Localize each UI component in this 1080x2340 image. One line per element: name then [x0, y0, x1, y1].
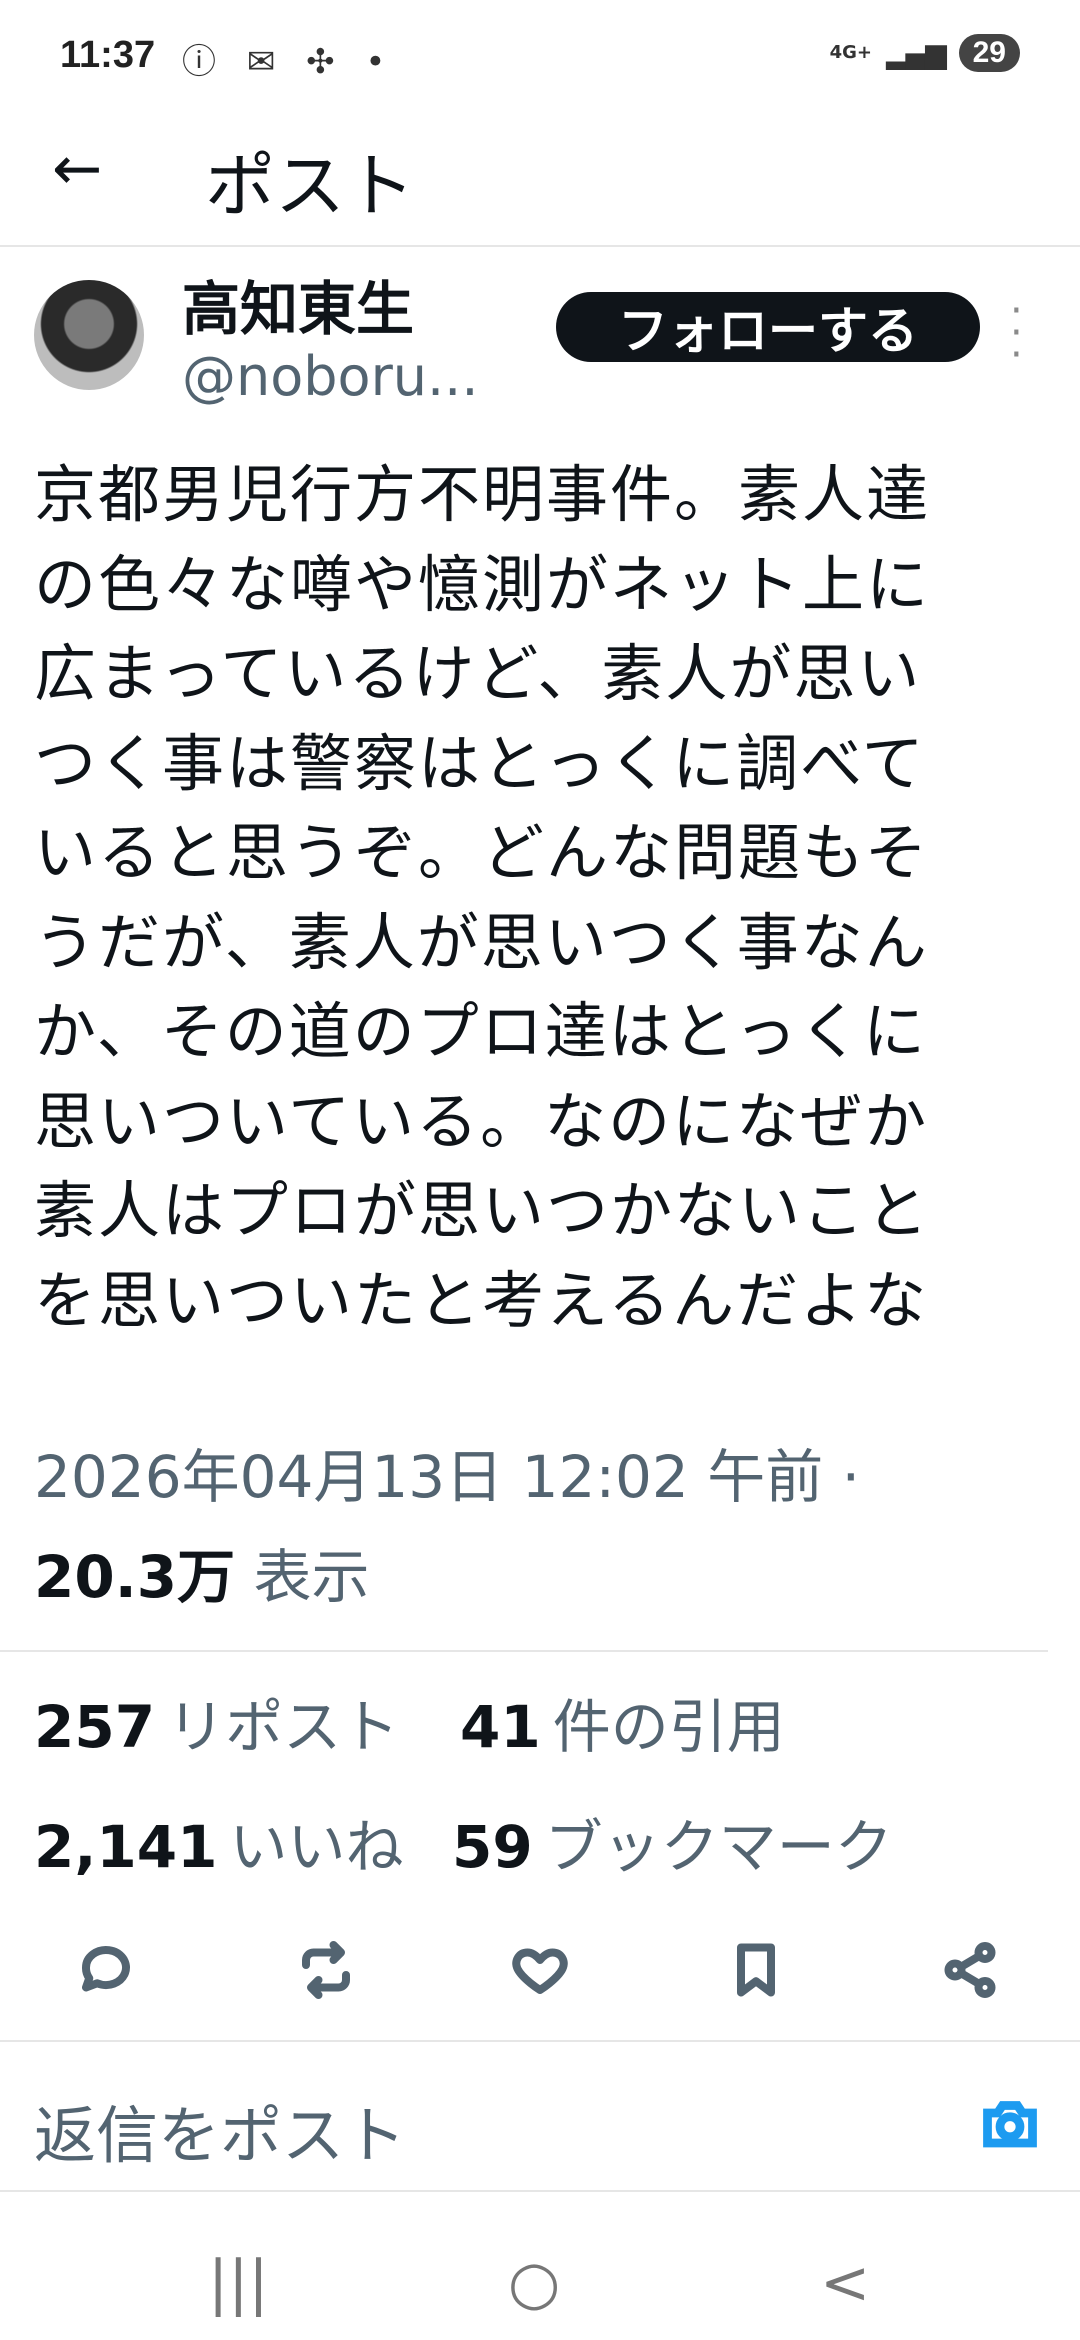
share-button[interactable]	[930, 1930, 1010, 2010]
camera-icon	[983, 2101, 1037, 2148]
share-icon	[944, 1942, 996, 1998]
recent-apps-icon[interactable]: |||	[208, 2248, 269, 2318]
camera-button[interactable]	[980, 2093, 1040, 2153]
tweet-timestamp[interactable]: 2026年04月13日 12:02 午前 ·	[34, 1430, 860, 1514]
likes-label: いいね	[229, 1813, 404, 1881]
page-title: ポスト	[205, 145, 415, 227]
signal-icon: ▂▄▆	[886, 36, 947, 70]
quotes-label: 件の引用	[552, 1693, 785, 1761]
home-icon[interactable]: ○	[508, 2248, 560, 2318]
repost-icon	[302, 1941, 350, 1999]
reposts-stat[interactable]: 257 リポスト	[34, 1680, 399, 1764]
reposts-label: リポスト	[167, 1693, 400, 1761]
divider	[0, 2040, 1080, 2042]
reposts-count: 257	[34, 1693, 156, 1761]
follow-button[interactable]: フォローする	[556, 292, 980, 362]
bookmark-icon	[737, 1943, 775, 1997]
repost-button[interactable]	[286, 1930, 366, 2010]
status-time: 11:37	[60, 34, 156, 76]
bookmarks-stat[interactable]: 59 ブックマーク	[452, 1800, 893, 1884]
avatar[interactable]	[34, 280, 144, 390]
back-arrow-icon[interactable]: ←	[52, 134, 102, 204]
likes-count: 2,141	[34, 1813, 218, 1881]
like-button[interactable]	[500, 1930, 580, 2010]
like-icon	[512, 1948, 568, 1994]
bookmarks-label: ブックマーク	[544, 1813, 893, 1881]
likes-stat[interactable]: 2,141 いいね	[34, 1800, 403, 1884]
nav-back-icon[interactable]: <	[820, 2248, 870, 2318]
quotes-stat[interactable]: 41 件の引用	[460, 1680, 785, 1764]
more-vertical-icon[interactable]: · · ·	[1010, 291, 1023, 375]
views-label: 表示	[253, 1543, 370, 1611]
divider	[0, 1650, 1048, 1652]
bookmarks-count: 59	[452, 1813, 533, 1881]
views-line[interactable]: 20.3万 表示	[34, 1530, 370, 1614]
reply-input[interactable]: 返信をポスト	[34, 2085, 406, 2175]
network-type-icon: 4G+	[829, 42, 873, 63]
reply-button[interactable]	[66, 1930, 146, 2010]
tweet-text: 京都男児行方不明事件。素人達 の色々な噂や憶測がネット上に 広まっているけど、素…	[34, 458, 931, 1337]
reply-icon	[82, 1946, 130, 1992]
header-divider	[0, 245, 1080, 247]
author-handle[interactable]: @noboru...	[182, 345, 479, 408]
battery-indicator: 29	[958, 34, 1020, 72]
notification-icons: ⓘ ✉ ✣ •	[182, 42, 396, 82]
status-right-cluster: 4G+ ▂▄▆ 29	[830, 34, 1020, 72]
views-count: 20.3万	[34, 1543, 236, 1611]
quotes-count: 41	[460, 1693, 541, 1761]
bookmark-button[interactable]	[716, 1930, 796, 2010]
author-name[interactable]: 高知東生	[182, 262, 414, 346]
divider	[0, 2190, 1080, 2192]
